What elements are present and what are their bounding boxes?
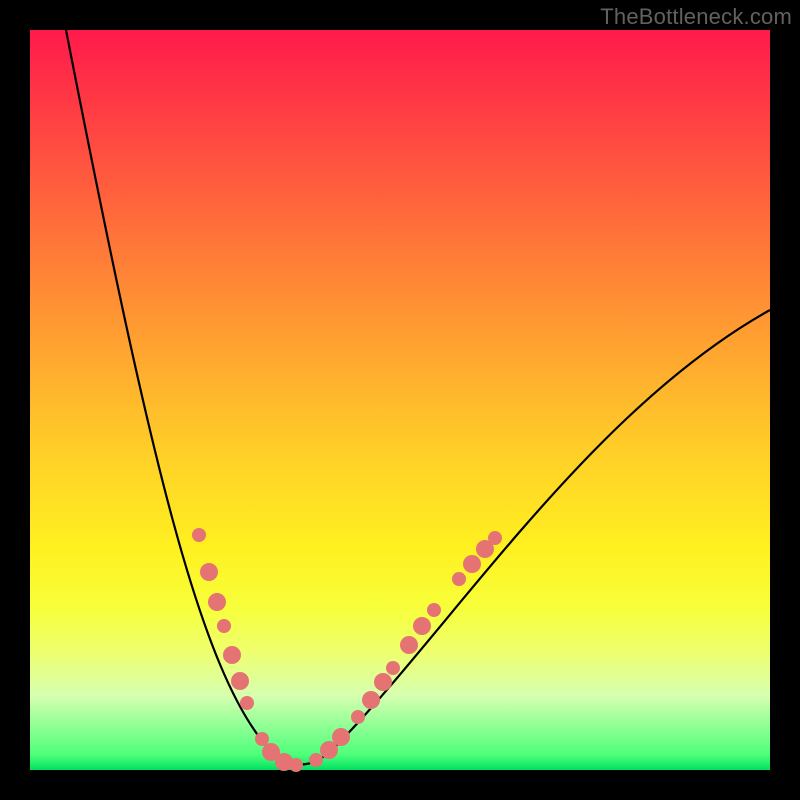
chart-frame: TheBottleneck.com [0,0,800,800]
curve-marker [386,661,400,675]
plot-area [30,30,770,770]
curve-markers [192,528,502,772]
curve-marker [374,673,392,691]
curve-marker [488,531,502,545]
curve-marker [289,758,303,772]
curve-marker [452,572,466,586]
curve-marker [208,593,226,611]
bottleneck-curve-path [66,30,770,765]
curve-marker [192,528,206,542]
curve-marker [463,555,481,573]
curve-svg [30,30,770,770]
curve-marker [217,619,231,633]
curve-marker [309,753,323,767]
curve-marker [240,696,254,710]
curve-marker [351,710,365,724]
curve-marker [362,691,380,709]
curve-marker [255,732,269,746]
curve-marker [223,646,241,664]
curve-marker [200,563,218,581]
curve-marker [413,617,431,635]
curve-marker [400,636,418,654]
watermark-text: TheBottleneck.com [600,4,792,30]
curve-marker [231,672,249,690]
curve-marker [427,603,441,617]
curve-marker [332,728,350,746]
